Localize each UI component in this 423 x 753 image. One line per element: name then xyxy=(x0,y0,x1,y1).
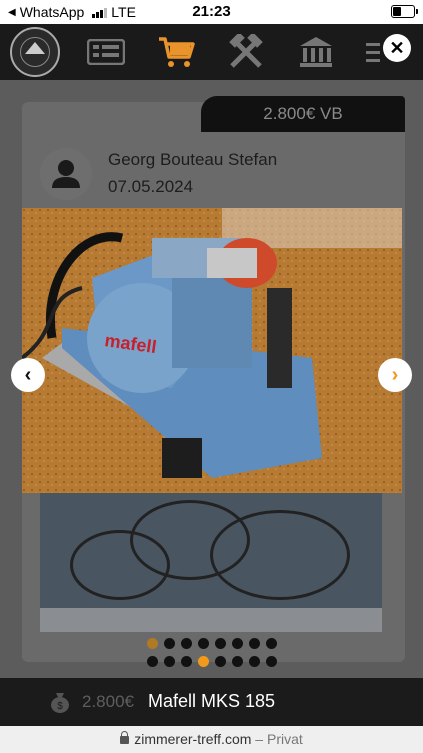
gallery-dot[interactable] xyxy=(197,656,209,667)
list-icon[interactable] xyxy=(84,32,128,72)
gallery-dot[interactable] xyxy=(180,638,192,649)
gallery-dot[interactable] xyxy=(214,638,226,649)
close-icon[interactable]: ✕ xyxy=(383,34,411,62)
gallery-dot[interactable] xyxy=(231,656,243,667)
cart-icon[interactable] xyxy=(154,32,198,72)
gallery-dot[interactable] xyxy=(248,656,260,667)
gallery-dot[interactable] xyxy=(146,656,158,667)
listing-photo[interactable]: mafell xyxy=(22,208,402,493)
gallery-dot[interactable] xyxy=(265,638,277,649)
url-bar[interactable]: zimmerer-treff.com – Privat xyxy=(0,726,423,753)
bottom-bar: $ 2.800€ Mafell MKS 185 xyxy=(0,678,423,726)
gallery-next-button[interactable]: › xyxy=(378,358,412,392)
svg-text:$: $ xyxy=(57,701,63,712)
gallery-dots-row-1 xyxy=(0,638,423,649)
price-badge: 2.800€ VB xyxy=(201,96,405,132)
gallery-dot[interactable] xyxy=(248,638,260,649)
bottom-price: 2.800€ xyxy=(82,692,134,711)
gallery-dot[interactable] xyxy=(163,638,175,649)
url-mode: Privat xyxy=(266,731,303,747)
listing-title: Mafell MKS 185 xyxy=(148,691,276,711)
listing-date: 07.05.2024 xyxy=(108,177,194,196)
gallery-dot[interactable] xyxy=(180,656,192,667)
gallery-dot[interactable] xyxy=(197,638,209,649)
logo-emblem-icon[interactable] xyxy=(10,27,60,77)
site-nav: ✕ xyxy=(0,24,423,80)
tools-icon[interactable] xyxy=(224,32,268,72)
money-bag-icon: $ xyxy=(50,691,70,713)
url-domain: zimmerer-treff.com xyxy=(134,731,252,747)
gallery-next-photo xyxy=(40,490,382,632)
url-separator: – xyxy=(255,731,264,747)
gallery-dot[interactable] xyxy=(214,656,226,667)
bank-icon[interactable] xyxy=(294,32,338,72)
gallery-dot[interactable] xyxy=(231,638,243,649)
seller-name: Georg Bouteau Stefan xyxy=(108,150,278,169)
gallery-dot[interactable] xyxy=(163,656,175,667)
gallery-dot[interactable] xyxy=(265,656,277,667)
lock-icon xyxy=(120,731,130,744)
gallery-prev-button[interactable]: ‹ xyxy=(11,358,45,392)
status-bar: ◀ WhatsApp LTE 21:23 xyxy=(0,0,423,24)
gallery-dots-row-2 xyxy=(0,656,423,667)
seller-avatar xyxy=(40,148,92,200)
status-time: 21:23 xyxy=(192,3,231,20)
gallery-dot[interactable] xyxy=(146,638,158,649)
battery-icon xyxy=(391,5,418,18)
